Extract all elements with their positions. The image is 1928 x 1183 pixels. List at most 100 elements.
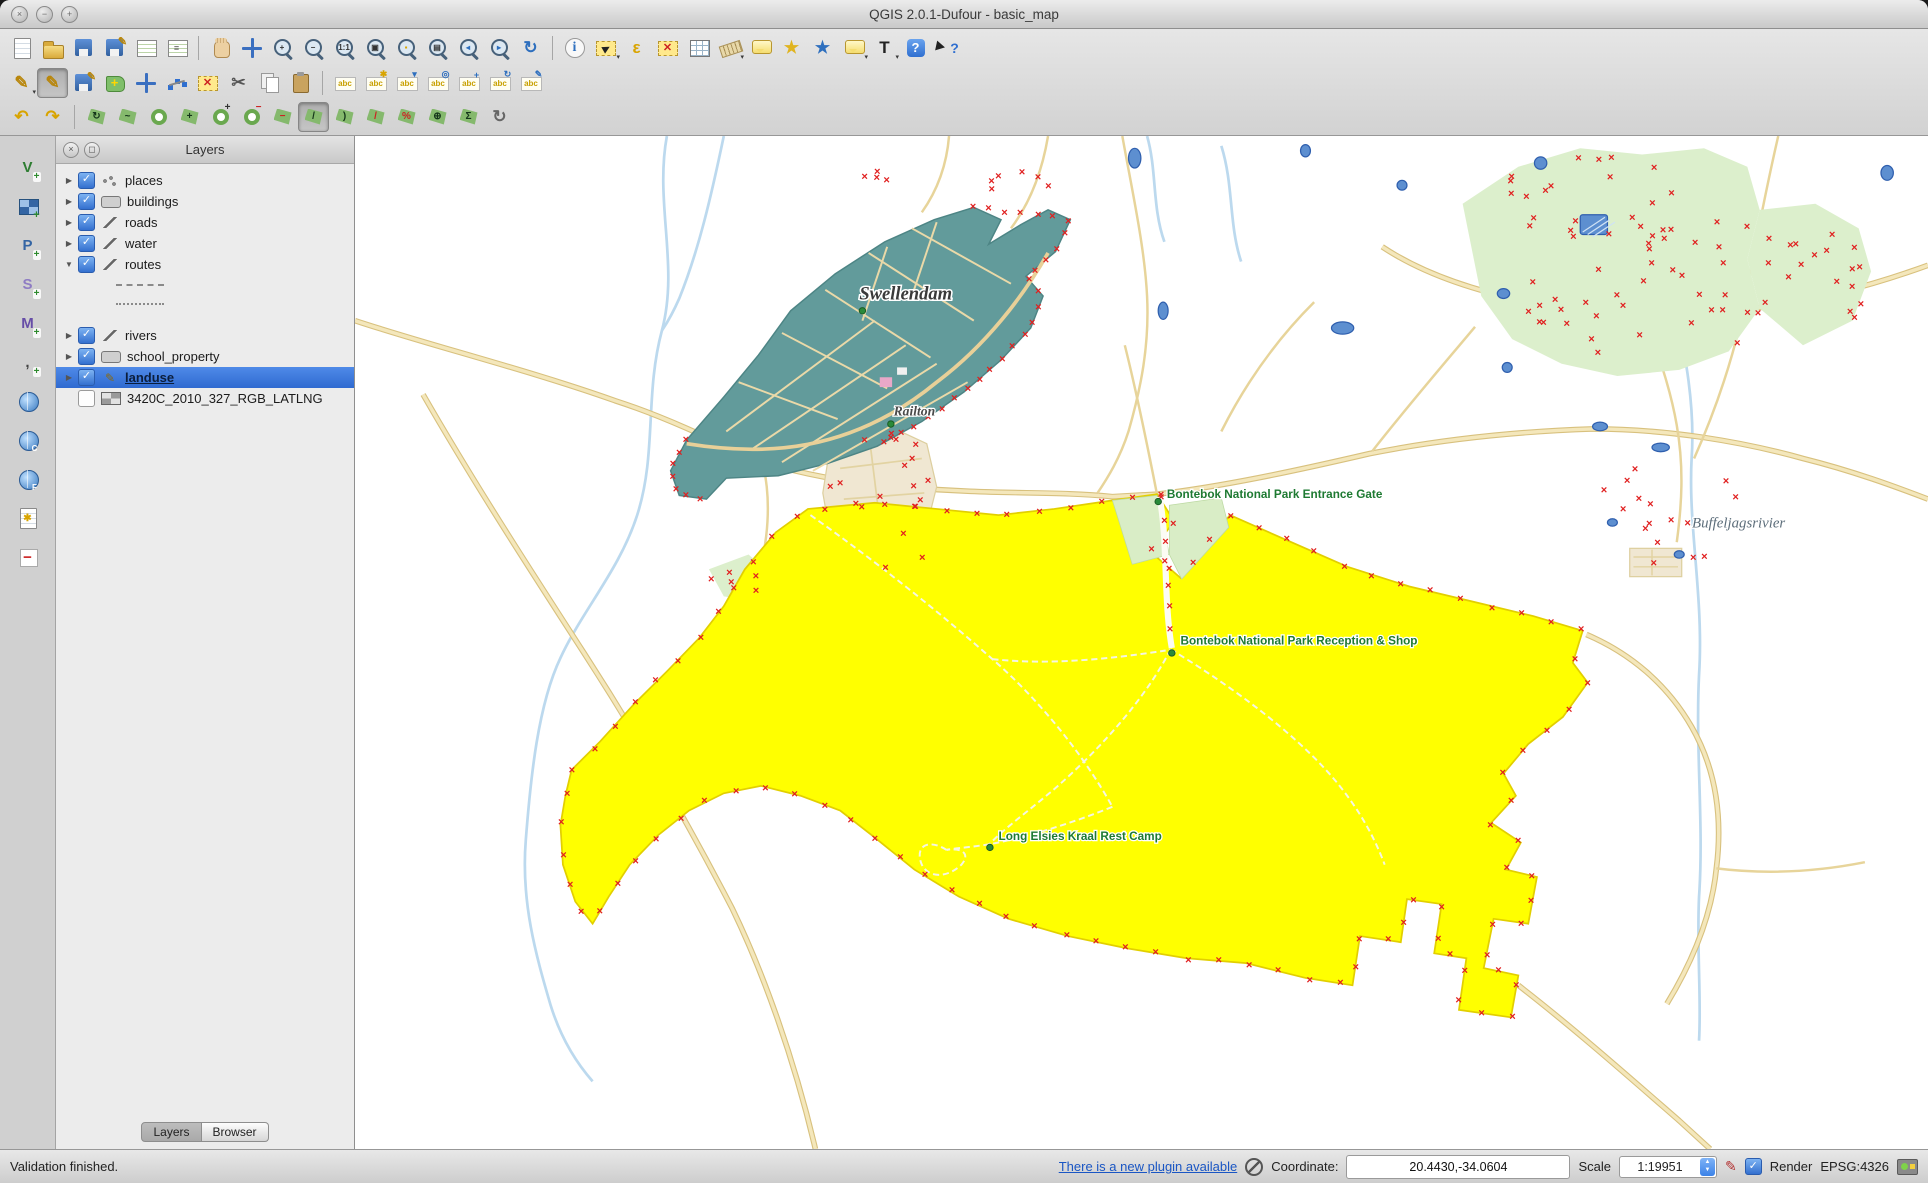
tab-browser[interactable]: Browser — [202, 1122, 269, 1142]
render-checkbox[interactable]: ✓ — [1745, 1158, 1762, 1175]
cut-features-button[interactable]: ✂ — [223, 68, 254, 98]
current-edits-button[interactable]: ✎▾ — [6, 68, 37, 98]
add-vector-layer-button[interactable]: V — [12, 152, 43, 182]
add-delimited-text-layer-button[interactable]: , — [12, 347, 43, 377]
split-features-button[interactable]: / — [360, 102, 391, 132]
move-feature-button[interactable] — [130, 68, 161, 98]
layer-visibility-checkbox[interactable]: ✓ — [78, 193, 95, 210]
help-contents-button[interactable]: ? — [900, 33, 931, 63]
move-label-button[interactable]: + — [453, 68, 484, 98]
pan-map-button[interactable] — [205, 33, 236, 63]
layer-visibility-checkbox[interactable]: ✓ — [78, 327, 95, 344]
zoom-in-button[interactable]: + — [267, 33, 298, 63]
zoom-next-button[interactable]: ▸ — [484, 33, 515, 63]
layer-item-3420C_2010_327_RGB_LATLNG[interactable]: 3420C_2010_327_RGB_LATLNG — [56, 388, 354, 409]
select-features-button[interactable]: ▶▾ — [590, 33, 621, 63]
layers-panel-header[interactable]: × ◻ Layers — [56, 136, 354, 164]
open-attribute-table-button[interactable] — [683, 33, 714, 63]
expand-arrow-icon[interactable]: ▶ — [63, 352, 75, 361]
layer-visibility-checkbox[interactable] — [78, 390, 95, 407]
change-label-button[interactable]: ✎ — [515, 68, 546, 98]
zoom-out-button[interactable]: − — [298, 33, 329, 63]
new-shapefile-layer-button[interactable]: ✱ — [12, 503, 43, 533]
add-part-button[interactable]: + — [174, 102, 205, 132]
add-spatialite-layer-button[interactable]: S — [12, 269, 43, 299]
labeling-button[interactable] — [329, 68, 360, 98]
new-print-composer-button[interactable] — [130, 33, 161, 63]
layer-visibility-checkbox[interactable]: ✓ — [78, 369, 95, 386]
show-bookmarks-button[interactable]: ★ — [807, 33, 838, 63]
expand-arrow-icon[interactable]: ▶ — [63, 197, 75, 206]
add-wcs-layer-button[interactable]: C — [12, 425, 43, 455]
zoom-to-layer-button[interactable]: ▤ — [422, 33, 453, 63]
whats-this-button[interactable]: ? — [931, 33, 962, 63]
coordinate-input[interactable] — [1346, 1155, 1570, 1179]
zoom-full-button[interactable]: ▣ — [360, 33, 391, 63]
layer-item-water[interactable]: ▶✓water — [56, 233, 354, 254]
add-wms-layer-button[interactable] — [12, 386, 43, 416]
node-tool-button[interactable] — [161, 68, 192, 98]
layer-item-buildings[interactable]: ▶✓buildings — [56, 191, 354, 212]
new-bookmark-button[interactable]: ★ — [776, 33, 807, 63]
new-project-button[interactable] — [6, 33, 37, 63]
split-parts-button[interactable]: % — [391, 102, 422, 132]
layer-item-roads[interactable]: ▶✓roads — [56, 212, 354, 233]
offset-curve-button[interactable]: ) — [329, 102, 360, 132]
add-mssql-layer-button[interactable]: M — [12, 308, 43, 338]
copy-features-button[interactable] — [254, 68, 285, 98]
zoom-actual-size-button[interactable]: 1:1 — [329, 33, 360, 63]
layer-item-places[interactable]: ▶✓places — [56, 170, 354, 191]
add-ring-button[interactable] — [143, 102, 174, 132]
rotate-point-symbols-button[interactable]: ↻ — [484, 102, 515, 132]
measure-button[interactable]: ▾ — [714, 33, 745, 63]
fill-ring-button[interactable]: + — [205, 102, 236, 132]
layer-item-routes[interactable]: ▼✓routes — [56, 254, 354, 275]
expand-arrow-icon[interactable]: ▶ — [63, 239, 75, 248]
save-project-button[interactable] — [68, 33, 99, 63]
panel-close-icon[interactable]: × — [63, 142, 79, 158]
remove-layer-button[interactable]: − — [12, 542, 43, 572]
zoom-last-button[interactable]: ◂ — [453, 33, 484, 63]
toggle-editing-button[interactable]: ✎ — [37, 68, 68, 98]
save-layer-edits-button[interactable]: ✎ — [68, 68, 99, 98]
merge-features-button[interactable]: ⊕ — [422, 102, 453, 132]
add-postgis-layer-button[interactable]: P — [12, 230, 43, 260]
scale-combo[interactable]: 1:19951 ▲▼ — [1619, 1156, 1717, 1178]
layer-item-rivers[interactable]: ▶✓rivers — [56, 325, 354, 346]
paste-features-button[interactable] — [285, 68, 316, 98]
refresh-map-button[interactable]: ↻ — [515, 33, 546, 63]
pin-unpin-labels-button[interactable]: ▾ — [391, 68, 422, 98]
expand-arrow-icon[interactable]: ▶ — [63, 373, 75, 382]
pan-to-selection-button[interactable] — [236, 33, 267, 63]
composer-manager-button[interactable]: ≡ — [161, 33, 192, 63]
simplify-feature-button[interactable]: ~ — [112, 102, 143, 132]
highlight-pinned-labels-button[interactable]: ✱ — [360, 68, 391, 98]
expand-arrow-icon[interactable]: ▼ — [63, 260, 75, 269]
save-project-as-button[interactable]: ✎ — [99, 33, 130, 63]
add-wfs-layer-button[interactable]: F — [12, 464, 43, 494]
layer-visibility-checkbox[interactable]: ✓ — [78, 214, 95, 231]
legend-symbol-item[interactable] — [56, 275, 354, 294]
reshape-features-button[interactable]: / — [298, 102, 329, 132]
title-bar[interactable]: × − + QGIS 2.0.1-Dufour - basic_map — [0, 0, 1928, 29]
rotate-label-button[interactable]: ↻ — [484, 68, 515, 98]
layer-visibility-checkbox[interactable]: ✓ — [78, 172, 95, 189]
map-canvas[interactable]: ××××××××××××××××××××××××××××××××××××××××… — [355, 136, 1928, 1149]
zoom-to-selection-button[interactable]: ▪ — [391, 33, 422, 63]
select-by-expression-button[interactable]: ε — [621, 33, 652, 63]
show-hide-labels-button[interactable]: ◎ — [422, 68, 453, 98]
deselect-all-button[interactable]: ✕ — [652, 33, 683, 63]
text-annotation-button[interactable]: T▾ — [869, 33, 900, 63]
add-feature-button[interactable]: + — [99, 68, 130, 98]
rotate-feature-button[interactable]: ↻ — [81, 102, 112, 132]
expand-arrow-icon[interactable]: ▶ — [63, 331, 75, 340]
expand-arrow-icon[interactable]: ▶ — [63, 176, 75, 185]
undo-button[interactable]: ↶ — [6, 102, 37, 132]
layer-item-school_property[interactable]: ▶✓school_property — [56, 346, 354, 367]
annotation-button[interactable]: ▾ — [838, 33, 869, 63]
delete-ring-button[interactable]: − — [236, 102, 267, 132]
new-plugin-link[interactable]: There is a new plugin available — [1059, 1159, 1238, 1174]
identify-features-button[interactable]: i — [559, 33, 590, 63]
map-tips-button[interactable] — [745, 33, 776, 63]
open-project-button[interactable] — [37, 33, 68, 63]
